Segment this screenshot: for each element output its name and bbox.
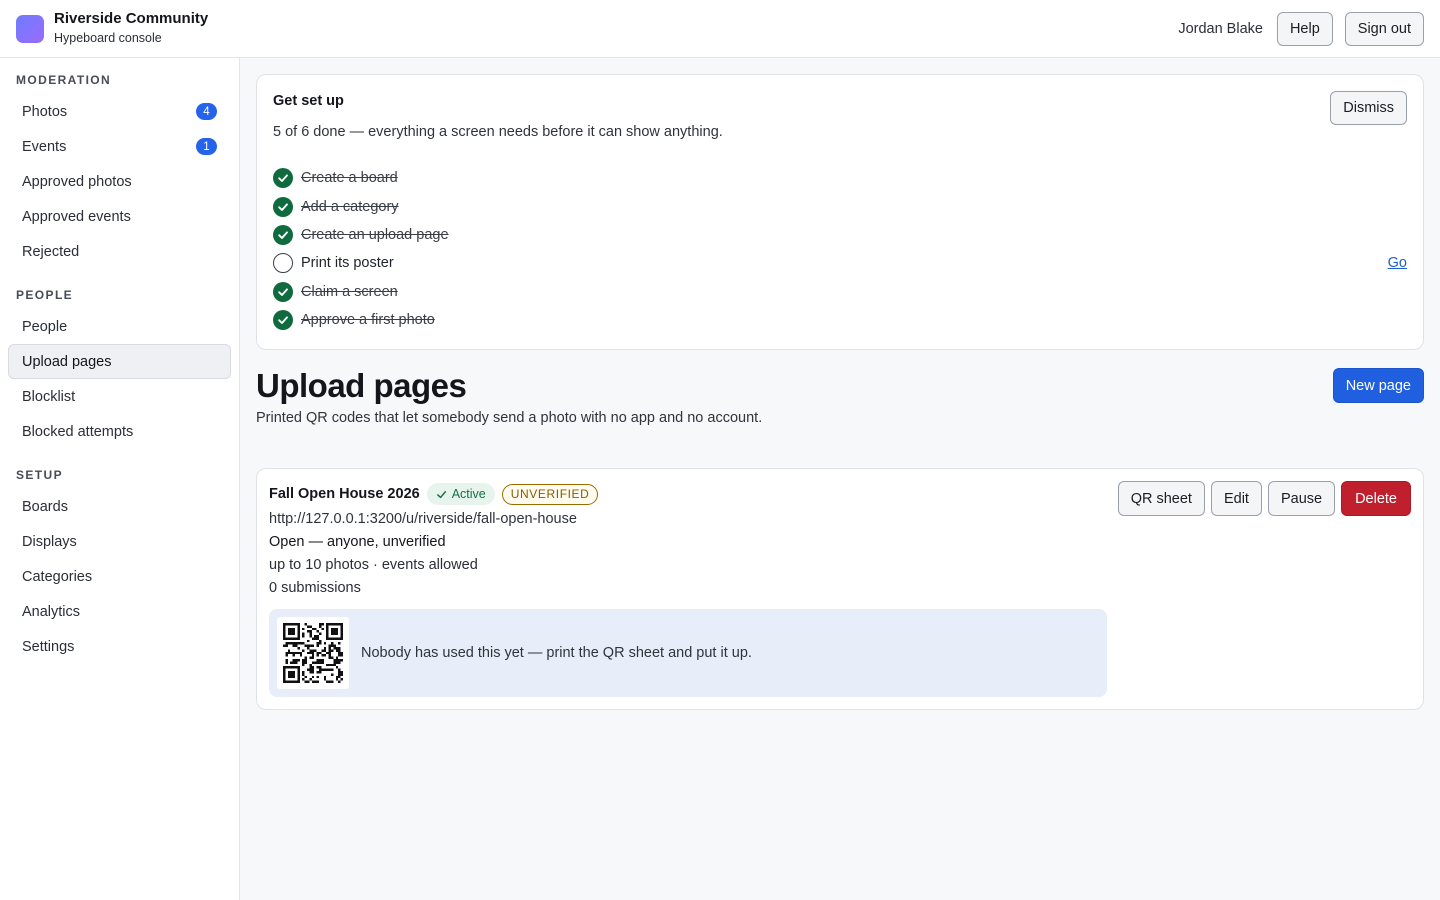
- check-circle-icon: [273, 310, 293, 331]
- sidebar-item-people[interactable]: People: [8, 309, 231, 344]
- sidebar-item-categories[interactable]: Categories: [8, 559, 231, 594]
- sidebar-item-boards[interactable]: Boards: [8, 489, 231, 524]
- edit-button[interactable]: Edit: [1210, 481, 1262, 516]
- sidebar-section-heading: SETUP: [16, 468, 64, 482]
- check-circle-icon: [273, 281, 293, 302]
- setup-progress: 5 of 6 done — everything a screen needs …: [273, 124, 723, 140]
- sidebar-item-events[interactable]: Events 1: [8, 129, 231, 164]
- upload-page-mode: Open — anyone, unverified: [269, 534, 446, 550]
- status-label: Active: [451, 487, 486, 501]
- sidebar-item-blocklist[interactable]: Blocklist: [8, 379, 231, 414]
- empty-state-banner: Nobody has used this yet — print the QR …: [269, 609, 1107, 697]
- sidebar-item-displays[interactable]: Displays: [8, 524, 231, 559]
- sidebar-item-photos[interactable]: Photos 4: [8, 94, 231, 129]
- check-circle-icon: [273, 224, 293, 245]
- sidebar-item-label: Upload pages: [22, 353, 112, 370]
- upload-page-title: Fall Open House 2026: [269, 486, 420, 502]
- upload-page-actions: QR sheet Edit Pause Delete: [1117, 481, 1411, 516]
- setup-step: Print its poster Go: [273, 249, 1407, 277]
- setup-step-label: Print its poster: [301, 255, 394, 272]
- setup-step-label: Create an upload page: [301, 226, 449, 243]
- sidebar-item-label: Blocked attempts: [22, 423, 134, 440]
- sidebar-item-settings[interactable]: Settings: [8, 629, 231, 664]
- sign-out-button[interactable]: Sign out: [1344, 11, 1424, 46]
- check-circle-icon: [273, 168, 293, 189]
- empty-state-message: Nobody has used this yet — print the QR …: [361, 645, 752, 661]
- page-header: Upload pages New page: [256, 350, 1424, 468]
- new-page-button[interactable]: New page: [1332, 368, 1424, 403]
- sidebar: MODERATION Photos 4 Events 1 Approved photos A…: [0, 58, 240, 900]
- qr-sheet-button[interactable]: QR sheet: [1117, 481, 1205, 516]
- app-name: Hypeboard console: [54, 31, 162, 46]
- sidebar-item-label: Rejected: [22, 243, 80, 260]
- upload-page-limits: up to 10 photos · events allowed: [269, 557, 478, 573]
- main-content: Get set up 5 of 6 done — everything a sc…: [256, 74, 1424, 710]
- delete-button[interactable]: Delete: [1341, 481, 1411, 516]
- qr-code-icon: [277, 617, 349, 689]
- empty-circle-icon: [273, 253, 293, 274]
- sidebar-item-approved-photos[interactable]: Approved photos: [8, 164, 231, 199]
- setup-step: Claim a screen: [273, 278, 1407, 306]
- sidebar-item-label: Approved events: [22, 208, 131, 225]
- page-title: Upload pages: [256, 367, 467, 404]
- sidebar-item-label: Displays: [22, 533, 77, 550]
- org-name: Riverside Community: [54, 10, 209, 28]
- sidebar-item-upload-pages[interactable]: Upload pages: [8, 344, 231, 379]
- setup-step-label: Create a board: [301, 170, 398, 187]
- top-bar: Riverside Community Hypeboard console Jo…: [0, 0, 1440, 58]
- sidebar-item-blocked-attempts[interactable]: Blocked attempts: [8, 414, 231, 449]
- setup-title: Get set up: [273, 93, 344, 109]
- dismiss-button[interactable]: Dismiss: [1330, 91, 1407, 125]
- sidebar-section-heading: MODERATION: [16, 73, 112, 87]
- sidebar-item-analytics[interactable]: Analytics: [8, 594, 231, 629]
- sidebar-item-label: Events: [22, 138, 67, 155]
- setup-step: Create an upload page: [273, 221, 1407, 249]
- sidebar-item-label: Boards: [22, 498, 68, 515]
- setup-step-label: Claim a screen: [301, 283, 398, 300]
- sidebar-item-label: Approved photos: [22, 173, 132, 190]
- setup-steps: Create a board Add a category Create an up…: [273, 164, 1407, 334]
- sidebar-item-label: Photos: [22, 103, 68, 120]
- setup-step: Add a category: [273, 192, 1407, 220]
- setup-step-label: Approve a first photo: [301, 312, 435, 329]
- brand: Riverside Community Hypeboard console: [54, 10, 208, 46]
- count-badge: 1: [196, 138, 217, 155]
- setup-step: Approve a first photo: [273, 306, 1407, 334]
- sidebar-item-approved-events[interactable]: Approved events: [8, 199, 231, 234]
- sidebar-item-label: Blocklist: [22, 388, 76, 405]
- header-actions: Jordan Blake Help Sign out: [1178, 11, 1424, 46]
- upload-page-card: Fall Open House 2026 Active UNVERIFIED h…: [256, 468, 1424, 710]
- check-circle-icon: [273, 196, 293, 217]
- app-logo: [16, 14, 44, 43]
- page-description: Printed QR codes that let somebody send …: [256, 410, 763, 426]
- setup-checklist-card: Get set up 5 of 6 done — everything a sc…: [256, 74, 1424, 350]
- go-link[interactable]: Go: [1388, 255, 1407, 271]
- sidebar-item-rejected[interactable]: Rejected: [8, 234, 231, 269]
- status-badge: Active: [426, 483, 495, 505]
- user-name: Jordan Blake: [1178, 20, 1263, 37]
- sidebar-section-heading: PEOPLE: [16, 288, 74, 302]
- count-badge: 4: [196, 103, 217, 120]
- sidebar-item-label: Categories: [22, 568, 93, 585]
- setup-step-label: Add a category: [301, 198, 399, 215]
- check-icon: [436, 490, 446, 498]
- sidebar-item-label: Analytics: [22, 603, 81, 620]
- submission-count: 0 submissions: [269, 580, 361, 596]
- setup-step: Create a board: [273, 164, 1407, 192]
- pause-button[interactable]: Pause: [1267, 481, 1336, 516]
- sidebar-item-label: People: [22, 318, 68, 335]
- verification-badge: UNVERIFIED: [501, 483, 599, 505]
- help-button[interactable]: Help: [1276, 11, 1333, 46]
- sidebar-item-label: Settings: [22, 638, 75, 655]
